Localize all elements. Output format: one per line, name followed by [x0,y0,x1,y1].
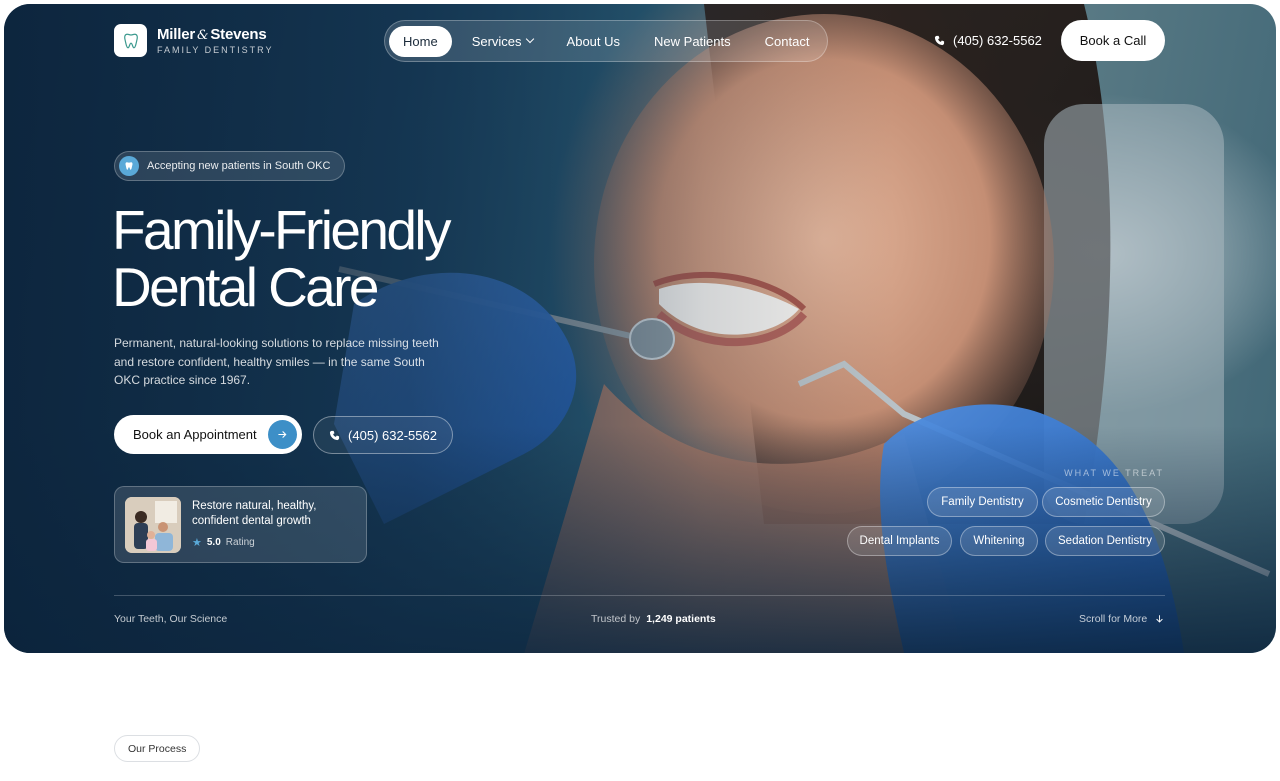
badge-text: Accepting new patients in South OKC [147,160,331,172]
nav-item-new-patients[interactable]: New Patients [640,26,745,57]
main-nav: Home Services About Us New Patients Cont… [384,20,829,62]
arrow-down-icon [1156,615,1163,623]
card-rating: ★ 5.0 Rating [192,536,255,549]
tag-sedation-dentistry[interactable]: Sedation Dentistry [1045,526,1165,556]
hero-phone-text: (405) 632-5562 [348,427,437,443]
tooth-logo-icon [114,24,147,57]
tag-family-dentistry[interactable]: Family Dentistry [927,487,1038,517]
tagline: Your Teeth, Our Science [114,613,228,625]
hero-divider [114,595,1165,596]
book-appointment-button[interactable]: Book an Appointment [114,415,302,454]
hero-title: Family-Friendly Dental Care [112,199,451,318]
hero-description: Permanent, natural-looking solutions to … [114,336,439,387]
trusted-count: 1,249 patients [646,613,716,625]
hero-title-line1: Family-Friendly [112,199,451,261]
our-process-label: Our Process [114,735,201,762]
nav-item-about-us[interactable]: About Us [553,26,634,57]
chevron-down-icon [525,34,534,44]
star-icon: ★ [192,537,202,549]
what-we-treat-heading: WHAT WE TREAT [1064,468,1164,478]
phone-icon [934,35,945,46]
trusted-by: Trusted by 1,249 patients [591,613,716,625]
book-appointment-label: Book an Appointment [133,427,257,442]
nav-item-services[interactable]: Services [458,26,547,57]
card-text: Restore natural, healthy, confident dent… [192,500,317,527]
hero-phone-button[interactable]: (405) 632-5562 [313,416,453,454]
tooth-icon [119,156,139,176]
tag-cosmetic-dentistry[interactable]: Cosmetic Dentistry [1042,487,1165,517]
new-patients-badge: Accepting new patients in South OKC [114,151,346,181]
arrow-right-icon [268,420,297,449]
scroll-for-more-link[interactable]: Scroll for More [1079,613,1164,625]
nav-item-home[interactable]: Home [389,25,452,57]
brand-logo[interactable]: Miller & Stevens FAMILY DENTISTRY [114,24,274,57]
brand-name: Miller & Stevens [157,26,267,43]
rating-label: Rating [225,537,255,548]
family-dentist-thumbnail [125,497,181,553]
hero-section: Miller & Stevens FAMILY DENTISTRY Home Ser… [4,4,1276,653]
header-phone-link[interactable]: (405) 632-5562 [934,33,1042,48]
rating-card: Restore natural, healthy, confident dent… [114,486,367,563]
nav-item-contact[interactable]: Contact [751,26,824,57]
phone-icon [329,430,340,440]
hero-title-line2: Dental Care [112,256,379,318]
tag-whitening[interactable]: Whitening [960,526,1038,556]
header-phone-text: (405) 632-5562 [953,33,1042,48]
brand-subtitle: FAMILY DENTISTRY [157,45,274,55]
book-a-call-button[interactable]: Book a Call [1061,20,1165,61]
tag-dental-implants[interactable]: Dental Implants [847,526,952,556]
rating-value: 5.0 [206,537,221,548]
